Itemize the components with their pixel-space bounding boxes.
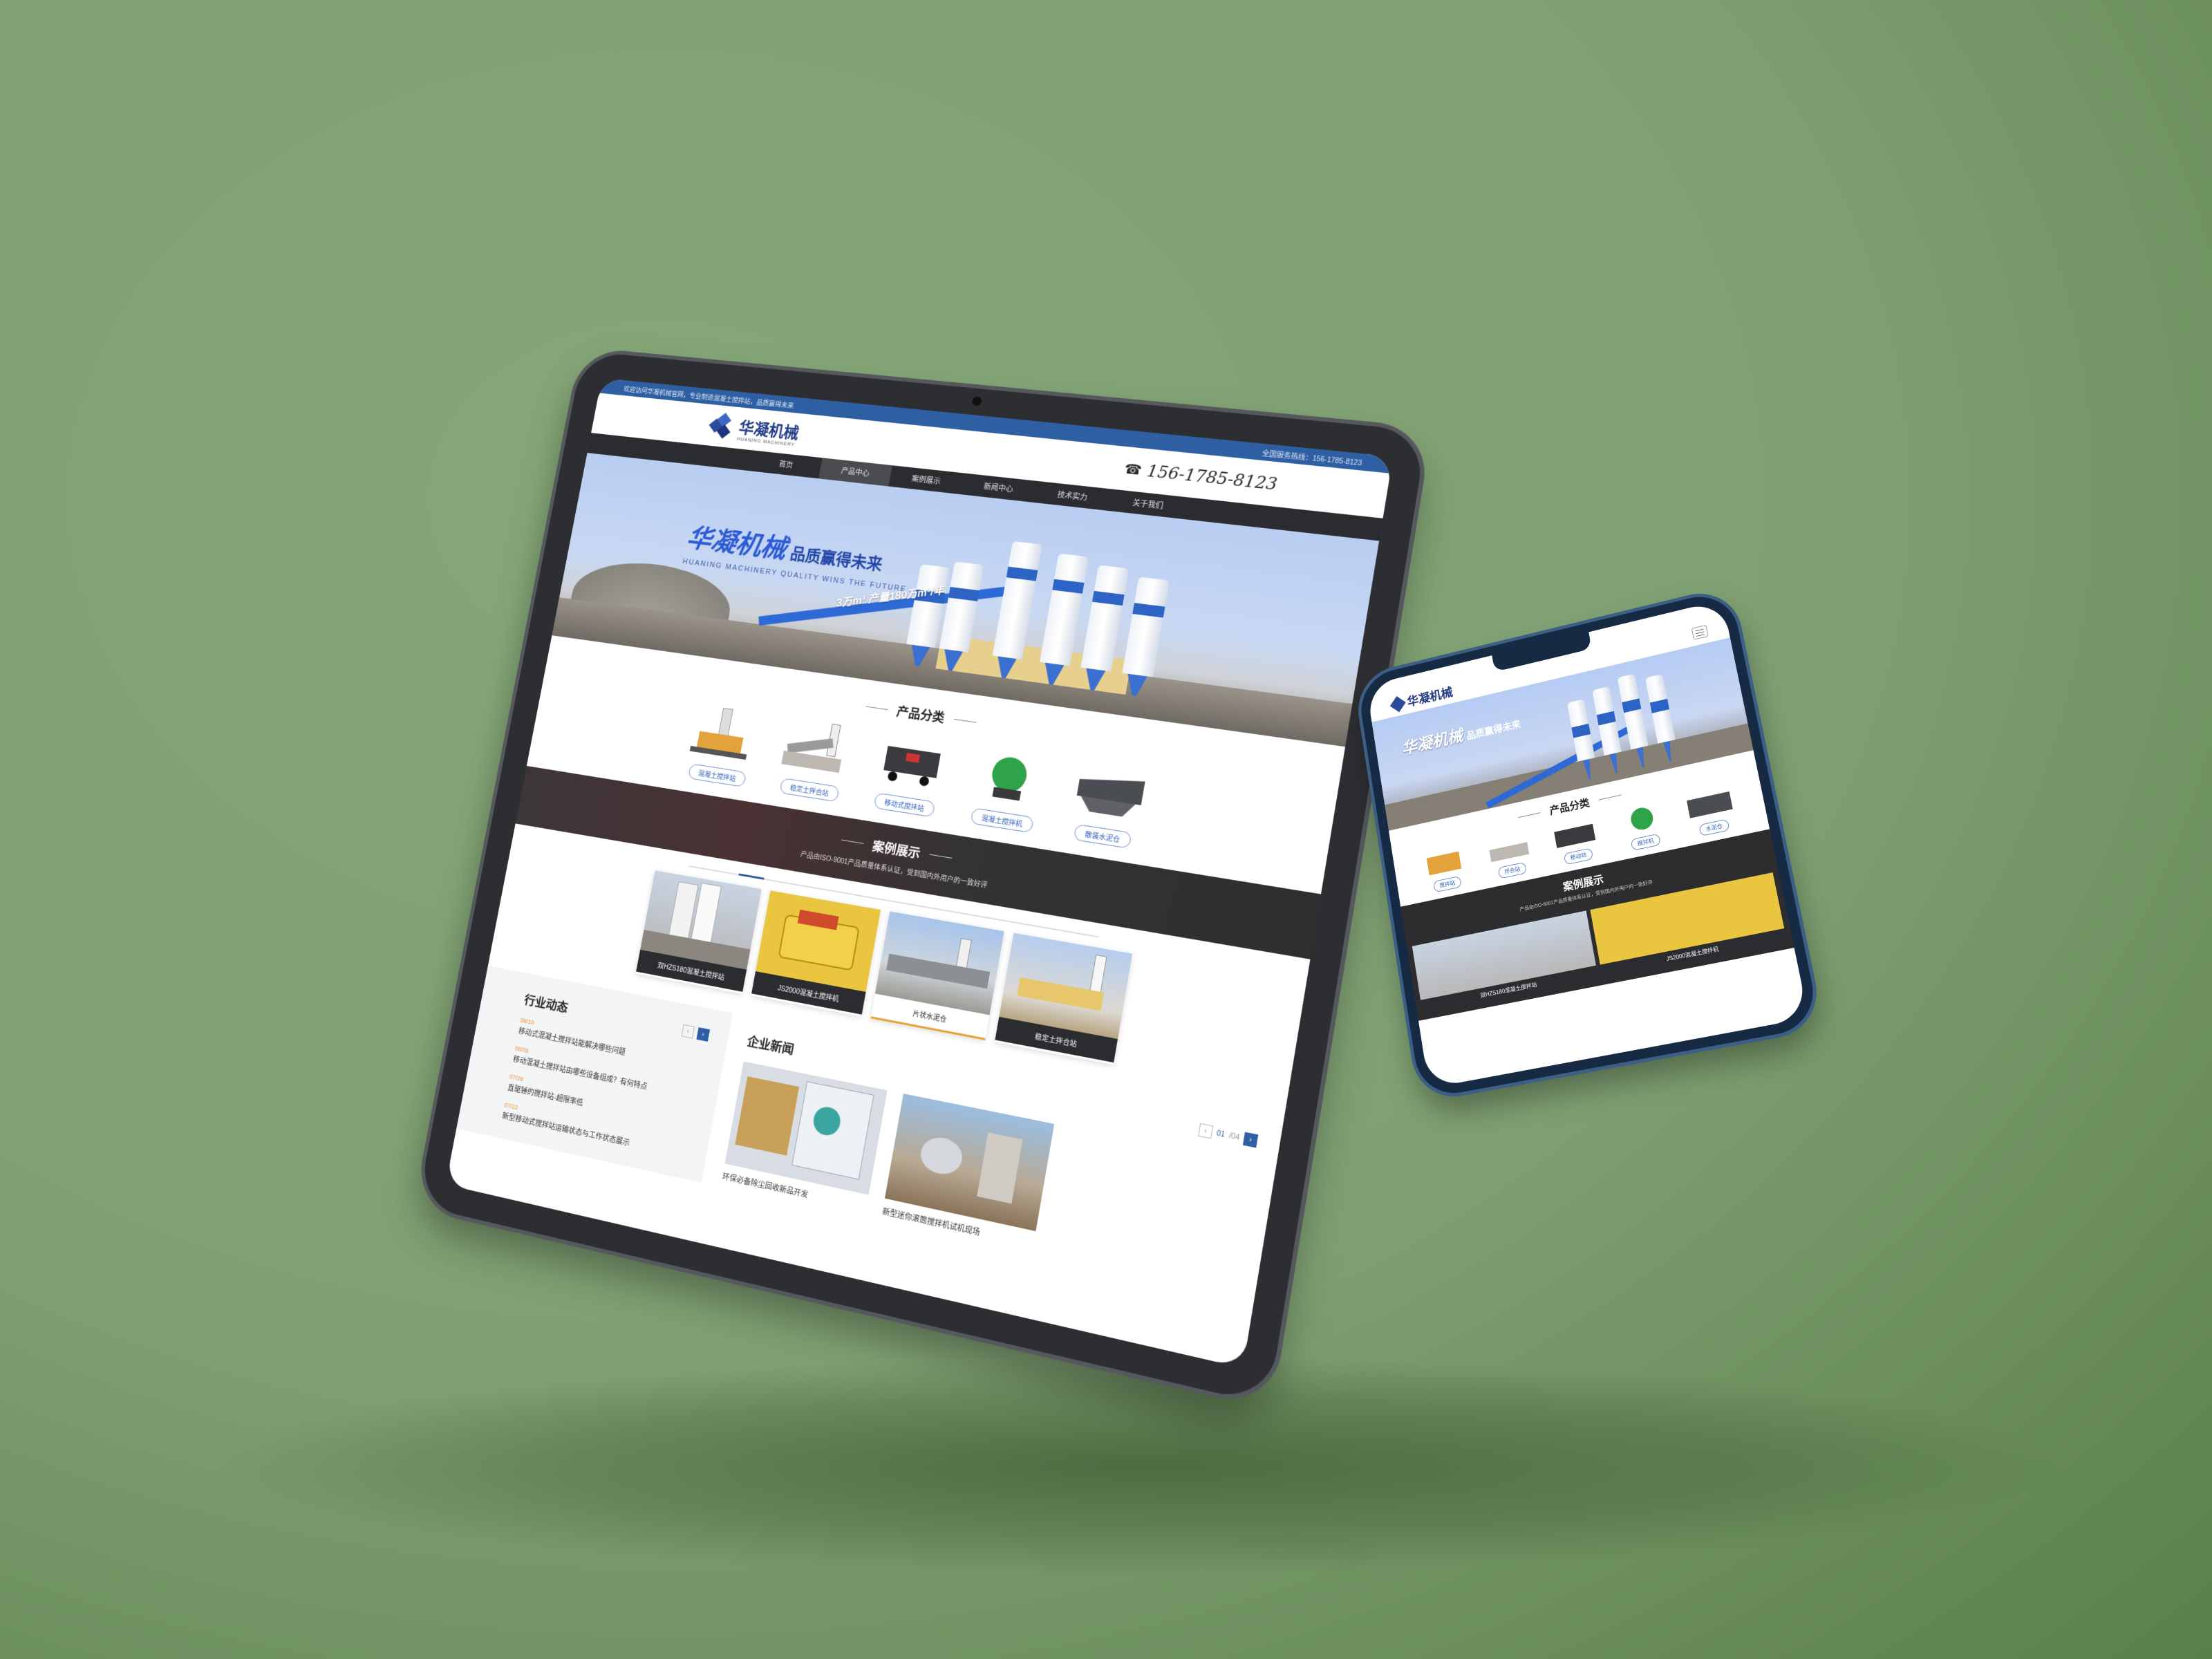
phone-number: 156-1785-8123 (1145, 461, 1279, 494)
mobile-plant-icon (874, 731, 950, 796)
product-item[interactable]: 散装水泥仓 (1063, 760, 1154, 850)
cases-title: 案例展示 (871, 836, 921, 862)
phone-device: 华凝机械 华凝机械 品质赢得未来 产品分类 搅拌站 拌合站 移动站 搅拌机 水泥… (1356, 588, 1821, 1099)
product-label: 混凝土搅拌机 (971, 807, 1034, 833)
mobile-product-item[interactable]: 搅拌站 (1413, 842, 1477, 896)
cement-silo-icon (1683, 785, 1736, 824)
industry-pager: ‹ › (682, 1024, 710, 1042)
product-label: 拌合站 (1498, 862, 1528, 879)
tablet-frame: 欢迎访问华凝机械官网，专业制造混凝土搅拌站，品质赢得未来 全国服务热线：156-… (417, 351, 1427, 1405)
hamburger-menu-icon[interactable] (1691, 625, 1709, 640)
product-item[interactable]: 混凝土搅拌机 (964, 745, 1052, 834)
silo (993, 541, 1042, 659)
silo (1080, 565, 1129, 671)
tablet-device: 欢迎访问华凝机械官网，专业制造混凝土搅拌站，品质赢得未来 全国服务热线：156-… (417, 351, 1427, 1405)
silo (1122, 577, 1170, 677)
product-item[interactable]: 移动式搅拌站 (867, 731, 953, 818)
product-label: 混凝土搅拌站 (688, 763, 747, 787)
prev-arrow-icon[interactable]: ‹ (1198, 1123, 1213, 1139)
mixer-icon (1615, 800, 1668, 839)
case-card[interactable]: JS2000混凝土搅拌机 (751, 890, 881, 1016)
mobile-product-item[interactable]: 搅拌机 (1609, 799, 1678, 854)
product-label: 水泥仓 (1698, 818, 1730, 836)
next-arrow-icon[interactable]: › (696, 1027, 710, 1042)
mobile-product-item[interactable]: 移动站 (1542, 814, 1610, 869)
case-card[interactable]: 双HZS180混凝土搅拌站 (636, 870, 762, 993)
batching-plant-icon (1419, 843, 1469, 881)
camera-icon (971, 396, 982, 406)
site-logo[interactable]: 华凝机械 HUANING MACHINERY (706, 411, 801, 448)
banner-title: 华凝机械 (684, 516, 790, 566)
industry-news-title: 行业动态 (523, 991, 570, 1016)
phone-frame: 华凝机械 华凝机械 品质赢得未来 产品分类 搅拌站 拌合站 移动站 搅拌机 水泥… (1356, 588, 1821, 1099)
mixer-icon (971, 746, 1048, 811)
product-label: 稳定土拌合站 (779, 778, 840, 802)
next-arrow-icon[interactable]: › (1243, 1132, 1258, 1148)
product-label: 移动式搅拌站 (873, 792, 935, 817)
header-phone[interactable]: ☎ 156-1785-8123 (1123, 459, 1279, 494)
mobile-banner-title: 华凝机械 (1400, 722, 1464, 759)
banner-slogan: 品质赢得未来 (789, 541, 885, 574)
company-news-title: 企业新闻 (746, 1031, 796, 1058)
batching-plant-icon (688, 704, 760, 767)
mobile-plant-icon (1548, 815, 1600, 853)
soil-mixing-plant-icon (780, 718, 854, 780)
logo-mark-icon (1390, 696, 1406, 712)
prev-arrow-icon[interactable]: ‹ (682, 1024, 695, 1039)
page-total: /04 (1228, 1132, 1240, 1142)
case-card[interactable]: 稳定土拌合站 (995, 933, 1132, 1065)
banner-text: 华凝机械 品质赢得未来 HUANING MACHINERY QUALITY WI… (682, 516, 915, 593)
product-label: 散装水泥仓 (1074, 824, 1132, 849)
product-item[interactable]: 混凝土搅拌站 (682, 704, 764, 789)
silo (1040, 554, 1089, 666)
cement-silo-icon (1070, 760, 1150, 827)
company-pager: ‹ 01 /04 › (1198, 1123, 1258, 1148)
tablet-screen: 欢迎访问华凝机械官网，专业制造混凝土搅拌站，品质赢得未来 全国服务热线：156-… (446, 378, 1394, 1368)
page-current: 01 (1216, 1130, 1226, 1139)
news-image (725, 1062, 888, 1195)
news-card[interactable]: 环保必备除尘回收新品开发 (722, 1062, 888, 1213)
mobile-product-item[interactable]: 水泥仓 (1676, 784, 1747, 840)
product-label: 搅拌机 (1631, 834, 1661, 851)
case-card[interactable]: 片状水泥仓 (871, 912, 1004, 1040)
phone-screen: 华凝机械 华凝机械 品质赢得未来 产品分类 搅拌站 拌合站 移动站 搅拌机 水泥… (1366, 600, 1808, 1088)
product-label: 搅拌站 (1433, 876, 1462, 893)
product-item[interactable]: 稳定土拌合站 (773, 717, 857, 803)
telephone-icon: ☎ (1123, 460, 1143, 478)
news-card[interactable]: 新型迷你滚筒搅拌机试机现场 (881, 1094, 1054, 1250)
logo-mark-icon (706, 412, 735, 440)
product-label: 移动站 (1564, 847, 1594, 865)
floor-shadow (207, 1355, 2074, 1576)
mobile-banner-slogan: 品质赢得未来 (1465, 718, 1521, 743)
mobile-product-item[interactable]: 拌合站 (1477, 828, 1544, 883)
soil-mixing-plant-icon (1483, 830, 1534, 868)
